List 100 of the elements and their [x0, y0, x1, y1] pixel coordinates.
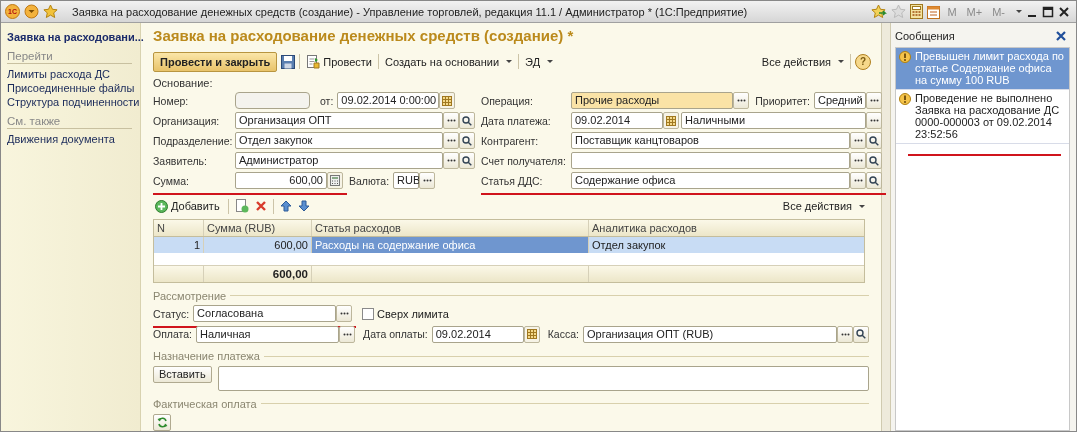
- input-field[interactable]: Прочие расходы: [571, 92, 734, 109]
- dots-icon: [853, 159, 863, 162]
- field-label: Контрагент:: [481, 134, 540, 147]
- calculator-icon: [330, 175, 340, 186]
- date-field[interactable]: 09.02.2014 0:00:00: [337, 92, 440, 109]
- search-button[interactable]: [866, 132, 882, 149]
- post-button[interactable]: Провести: [304, 54, 374, 69]
- warning-icon: [899, 93, 911, 105]
- dots-icon: [736, 99, 746, 102]
- choice-button[interactable]: [866, 92, 882, 109]
- input-field[interactable]: Отдел закупок: [235, 132, 443, 149]
- all-actions-button[interactable]: Все действия: [780, 200, 867, 213]
- sidebar-link[interactable]: Структура подчиненности: [7, 95, 140, 109]
- dots-icon: [853, 139, 863, 142]
- calendar-button[interactable]: [439, 92, 456, 109]
- ed-menu-button[interactable]: ЭД: [523, 55, 556, 68]
- calendar-icon[interactable]: [927, 4, 941, 19]
- input-field[interactable]: Администратор: [235, 152, 443, 169]
- warning-icon: [899, 51, 911, 63]
- calendar-icon: [526, 329, 537, 340]
- column-header[interactable]: Аналитика расходов: [589, 220, 864, 237]
- calculator-icon[interactable]: [910, 4, 924, 19]
- refresh-button[interactable]: [153, 414, 171, 431]
- message-item[interactable]: Проведение не выполнено Заявка на расходование ДС 0000-000003 от 09.02.2014 23:52:56: [896, 90, 1069, 144]
- choice-button[interactable]: [336, 305, 353, 323]
- input-field[interactable]: Наличными: [681, 112, 866, 129]
- date-field[interactable]: 09.02.2014: [431, 325, 524, 343]
- section-heading: Рассмотрение: [153, 289, 227, 302]
- field-label: Оплата:: [153, 328, 194, 341]
- input-field[interactable]: Средний: [814, 92, 866, 109]
- input-field[interactable]: RUB: [393, 172, 420, 189]
- close-icon[interactable]: [1058, 5, 1070, 18]
- star-icon[interactable]: [43, 4, 58, 19]
- checkbox[interactable]: [362, 307, 375, 320]
- number-field[interactable]: [235, 92, 310, 109]
- close-icon[interactable]: [1056, 31, 1066, 41]
- field-label: Номер:: [153, 94, 190, 107]
- dots-icon: [446, 159, 456, 162]
- table-cell-text: Отдел закупок: [591, 238, 667, 254]
- insert-button[interactable]: Вставить: [153, 365, 212, 383]
- choice-button[interactable]: [733, 92, 750, 109]
- copy-icon[interactable]: [234, 199, 249, 214]
- input-field[interactable]: Содержание офиса: [571, 172, 850, 189]
- input-field[interactable]: Организация ОПТ (RUB): [582, 325, 837, 343]
- create-based-on-button[interactable]: Создать на основании: [382, 55, 515, 68]
- calendar-button[interactable]: [663, 112, 679, 129]
- limit-checkbox[interactable]: Сверх лимита: [362, 307, 449, 320]
- input-field[interactable]: [571, 152, 850, 169]
- table-row[interactable]: 1 600,00 Расходы на содержание офиса Отдел закупок: [154, 237, 864, 254]
- dropdown-icon[interactable]: [24, 4, 39, 19]
- search-button[interactable]: [866, 152, 882, 169]
- date-field[interactable]: 09.02.2014: [571, 112, 663, 129]
- column-header[interactable]: Статья расходов: [312, 220, 589, 237]
- column-header[interactable]: N: [154, 220, 204, 237]
- sidebar-link[interactable]: Присоединенные файлы: [7, 81, 140, 95]
- refresh-icon: [156, 417, 168, 429]
- text-area[interactable]: [217, 365, 869, 392]
- dots-icon: [446, 119, 456, 122]
- field-label: Сумма:: [153, 174, 190, 187]
- caret-icon: [1016, 10, 1022, 13]
- post-and-close-button[interactable]: Провести и закрыть: [153, 51, 278, 72]
- delete-icon[interactable]: [254, 200, 267, 213]
- input-field[interactable]: Поставщик канцтоваров: [571, 132, 850, 149]
- sidebar-link[interactable]: Лимиты расхода ДС: [7, 67, 140, 81]
- choice-button[interactable]: [339, 325, 356, 343]
- calendar-button[interactable]: [523, 325, 540, 343]
- column-header[interactable]: Сумма (RUB): [204, 220, 312, 237]
- search-button[interactable]: [459, 112, 475, 129]
- input-field[interactable]: Наличная: [196, 325, 340, 343]
- calculator-button[interactable]: [327, 172, 343, 189]
- maximize-icon[interactable]: [1042, 5, 1054, 18]
- section-heading: Фактическая оплата: [153, 397, 257, 410]
- input-field[interactable]: Организация ОПТ: [235, 112, 443, 129]
- field-label: Касса:: [546, 328, 580, 341]
- arrow-up-icon[interactable]: [279, 200, 292, 213]
- amount-field[interactable]: 600,00: [235, 172, 327, 189]
- arrow-down-icon[interactable]: [297, 200, 310, 213]
- field-label: Дата платежа:: [481, 114, 552, 127]
- input-field[interactable]: Согласована: [193, 305, 337, 323]
- section-heading: Назначение платежа: [153, 350, 260, 363]
- table-cell: Расходы на содержание офиса: [312, 237, 589, 254]
- search-button[interactable]: [866, 172, 882, 189]
- all-actions-button[interactable]: Все действия: [759, 55, 846, 68]
- caret-icon: [547, 60, 554, 64]
- save-icon[interactable]: [281, 54, 296, 69]
- search-button[interactable]: [853, 325, 869, 343]
- search-button[interactable]: [459, 152, 475, 169]
- field-label: Заявитель:: [153, 154, 208, 167]
- search-button[interactable]: [459, 132, 475, 149]
- favorite-icon[interactable]: [871, 4, 888, 19]
- dots-icon: [853, 179, 863, 182]
- add-button[interactable]: Добавить: [153, 199, 222, 213]
- sidebar-link[interactable]: Движения документа: [7, 132, 140, 146]
- sidebar-heading: См. также: [7, 115, 132, 129]
- table-cell: 1: [154, 237, 204, 254]
- choice-button[interactable]: [419, 172, 436, 189]
- caret-icon: [506, 60, 513, 64]
- star-icon[interactable]: [891, 4, 907, 19]
- calendar-icon: [666, 115, 676, 126]
- help-button[interactable]: ?: [855, 53, 871, 70]
